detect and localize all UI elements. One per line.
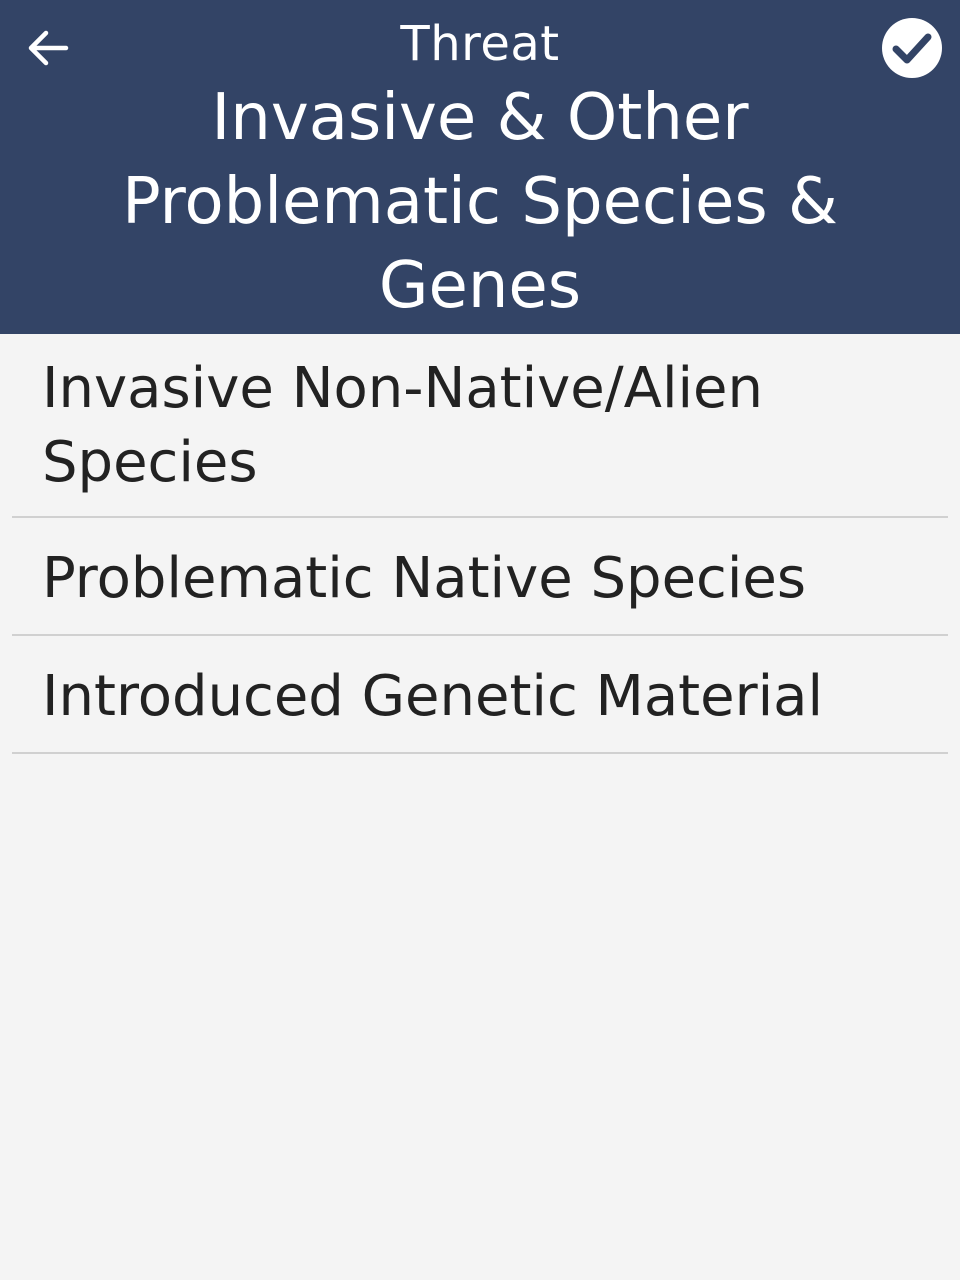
- confirm-button[interactable]: [880, 16, 944, 80]
- app-screen: Threat Invasive & Other Problematic Spec…: [0, 0, 960, 1280]
- back-button[interactable]: [18, 20, 78, 76]
- list-item-introduced-genetic-material[interactable]: Introduced Genetic Material: [12, 636, 948, 754]
- header-subtitle: Threat: [400, 16, 560, 72]
- list-item-problematic-native-species[interactable]: Problematic Native Species: [12, 518, 948, 636]
- arrow-left-icon: [28, 30, 69, 66]
- check-circle-icon: [882, 18, 942, 78]
- list-item-invasive-non-native-alien-species[interactable]: Invasive Non-Native/Alien Species: [12, 334, 948, 518]
- header-bar: Threat Invasive & Other Problematic Spec…: [0, 0, 960, 334]
- page-title: Invasive & Other Problematic Species & G…: [122, 81, 838, 323]
- threat-list: Invasive Non-Native/Alien Species Proble…: [0, 334, 960, 754]
